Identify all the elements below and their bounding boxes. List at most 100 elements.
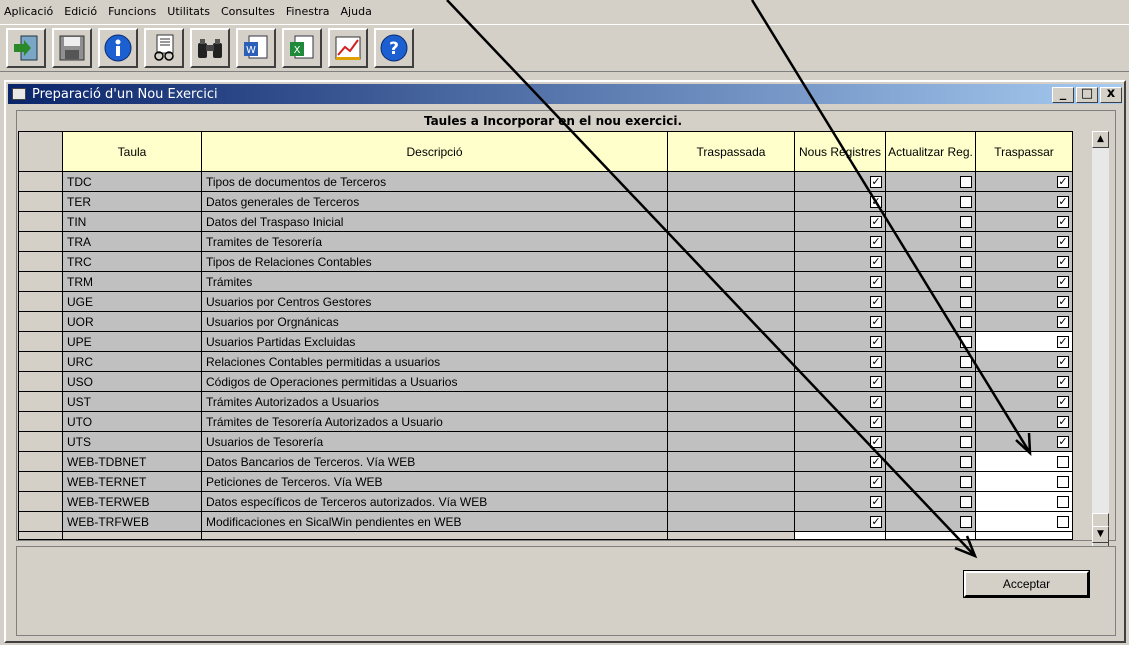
- nous-registres-checkbox[interactable]: ✓: [870, 296, 882, 309]
- scroll-down-button[interactable]: ▼: [1092, 526, 1109, 543]
- traspassar-checkbox[interactable]: [1057, 456, 1069, 469]
- row-selector[interactable]: [18, 291, 63, 312]
- column-header-taula[interactable]: Taula: [62, 131, 202, 172]
- row-selector[interactable]: [18, 351, 63, 372]
- traspassar-checkbox[interactable]: ✓: [1057, 396, 1069, 409]
- row-selector[interactable]: [18, 491, 63, 512]
- table-row[interactable]: WEB-TERWEB Datos específicos de Terceros …: [18, 491, 1073, 512]
- actualitzar-checkbox[interactable]: [960, 276, 972, 289]
- accept-button[interactable]: Acceptar: [963, 570, 1090, 598]
- minimize-button[interactable]: _: [1052, 87, 1074, 103]
- maximize-button[interactable]: □: [1076, 87, 1098, 103]
- actualitzar-checkbox[interactable]: [960, 216, 972, 229]
- traspassar-checkbox[interactable]: ✓: [1057, 236, 1069, 249]
- traspassar-checkbox[interactable]: ✓: [1057, 416, 1069, 429]
- actualitzar-checkbox[interactable]: [960, 296, 972, 309]
- scroll-up-button[interactable]: ▲: [1092, 131, 1109, 148]
- table-row[interactable]: TRM Trámites ✓ ✓: [18, 271, 1073, 292]
- row-selector[interactable]: [18, 211, 63, 232]
- column-header-traspassar[interactable]: Traspassar: [975, 131, 1073, 172]
- table-row[interactable]: WEB-TERNET Peticiones de Terceros. Vía WE…: [18, 471, 1073, 492]
- menu-item[interactable]: Funcions: [108, 5, 156, 18]
- nous-registres-checkbox[interactable]: ✓: [870, 476, 882, 489]
- menu-item[interactable]: Utilitats: [167, 5, 210, 18]
- table-row[interactable]: USO Códigos de Operaciones permitidas a U…: [18, 371, 1073, 392]
- vertical-scrollbar[interactable]: ▲ ▼: [1092, 131, 1109, 573]
- nous-registres-checkbox[interactable]: ✓: [870, 496, 882, 509]
- chart-button[interactable]: [328, 28, 368, 68]
- nous-registres-checkbox[interactable]: ✓: [870, 436, 882, 449]
- row-selector[interactable]: [18, 431, 63, 452]
- save-button[interactable]: [52, 28, 92, 68]
- column-header-traspassada[interactable]: Traspassada: [667, 131, 795, 172]
- nous-registres-checkbox[interactable]: ✓: [870, 456, 882, 469]
- nous-registres-checkbox[interactable]: ✓: [870, 236, 882, 249]
- actualitzar-checkbox[interactable]: [960, 256, 972, 269]
- nous-registres-checkbox[interactable]: ✓: [870, 316, 882, 329]
- traspassar-checkbox[interactable]: ✓: [1057, 296, 1069, 309]
- table-row[interactable]: UTS Usuarios de Tesorería ✓ ✓: [18, 431, 1073, 452]
- print-preview-button[interactable]: [144, 28, 184, 68]
- table-row[interactable]: UGE Usuarios por Centros Gestores ✓ ✓: [18, 291, 1073, 312]
- table-row[interactable]: UOR Usuarios por Orgnánicas ✓ ✓: [18, 311, 1073, 332]
- actualitzar-checkbox[interactable]: [960, 376, 972, 389]
- table-row[interactable]: TRC Tipos de Relaciones Contables ✓ ✓: [18, 251, 1073, 272]
- word-button[interactable]: W: [236, 28, 276, 68]
- table-row[interactable]: TDC Tipos de documentos de Terceros ✓ ✓: [18, 171, 1073, 192]
- traspassar-checkbox[interactable]: ✓: [1057, 356, 1069, 369]
- actualitzar-checkbox[interactable]: [960, 176, 972, 189]
- info-button[interactable]: [98, 28, 138, 68]
- nous-registres-checkbox[interactable]: ✓: [870, 216, 882, 229]
- nous-registres-checkbox[interactable]: ✓: [870, 196, 882, 209]
- actualitzar-checkbox[interactable]: [960, 476, 972, 489]
- nous-registres-checkbox[interactable]: ✓: [870, 356, 882, 369]
- actualitzar-checkbox[interactable]: [960, 496, 972, 509]
- nous-registres-checkbox[interactable]: ✓: [870, 396, 882, 409]
- row-selector[interactable]: [18, 331, 63, 352]
- traspassar-checkbox[interactable]: ✓: [1057, 196, 1069, 209]
- traspassar-checkbox[interactable]: ✓: [1057, 436, 1069, 449]
- menu-item[interactable]: Consultes: [221, 5, 275, 18]
- row-selector[interactable]: [18, 271, 63, 292]
- table-row[interactable]: WEB-TDBNET Datos Bancarios de Terceros. V…: [18, 451, 1073, 472]
- actualitzar-checkbox[interactable]: [960, 336, 972, 349]
- row-selector[interactable]: [18, 451, 63, 472]
- row-selector[interactable]: [18, 311, 63, 332]
- actualitzar-checkbox[interactable]: [960, 316, 972, 329]
- menu-item[interactable]: Ajuda: [341, 5, 372, 18]
- table-row[interactable]: UST Trámites Autorizados a Usuarios ✓ ✓: [18, 391, 1073, 412]
- table-row[interactable]: TER Datos generales de Terceros ✓ ✓: [18, 191, 1073, 212]
- traspassar-checkbox[interactable]: ✓: [1057, 256, 1069, 269]
- row-selector[interactable]: [18, 471, 63, 492]
- traspassar-checkbox[interactable]: [1057, 516, 1069, 529]
- actualitzar-checkbox[interactable]: [960, 196, 972, 209]
- actualitzar-checkbox[interactable]: [960, 456, 972, 469]
- row-selector[interactable]: [18, 251, 63, 272]
- row-selector[interactable]: [18, 171, 63, 192]
- column-header-descripcio[interactable]: Descripció: [201, 131, 668, 172]
- nous-registres-checkbox[interactable]: ✓: [870, 416, 882, 429]
- menu-item[interactable]: Aplicació: [4, 5, 53, 18]
- actualitzar-checkbox[interactable]: [960, 356, 972, 369]
- table-row[interactable]: TIN Datos del Traspaso Inicial ✓ ✓: [18, 211, 1073, 232]
- nous-registres-checkbox[interactable]: ✓: [870, 336, 882, 349]
- nous-registres-checkbox[interactable]: ✓: [870, 176, 882, 189]
- traspassar-checkbox[interactable]: ✓: [1057, 216, 1069, 229]
- column-header-nous-registres[interactable]: Nous Registres: [794, 131, 886, 172]
- row-selector[interactable]: [18, 191, 63, 212]
- table-row[interactable]: TRA Tramites de Tesorería ✓ ✓: [18, 231, 1073, 252]
- traspassar-checkbox[interactable]: ✓: [1057, 276, 1069, 289]
- actualitzar-checkbox[interactable]: [960, 396, 972, 409]
- traspassar-checkbox[interactable]: ✓: [1057, 316, 1069, 329]
- excel-button[interactable]: X: [282, 28, 322, 68]
- table-row[interactable]: URC Relaciones Contables permitidas a usu…: [18, 351, 1073, 372]
- menu-item[interactable]: Finestra: [286, 5, 330, 18]
- table-row[interactable]: UPE Usuarios Partidas Excluidas ✓ ✓: [18, 331, 1073, 352]
- actualitzar-checkbox[interactable]: [960, 516, 972, 529]
- menu-item[interactable]: Edició: [64, 5, 97, 18]
- close-button[interactable]: x: [1100, 87, 1122, 103]
- search-button[interactable]: [190, 28, 230, 68]
- row-selector[interactable]: [18, 231, 63, 252]
- traspassar-checkbox[interactable]: ✓: [1057, 336, 1069, 349]
- traspassar-checkbox[interactable]: [1057, 496, 1069, 509]
